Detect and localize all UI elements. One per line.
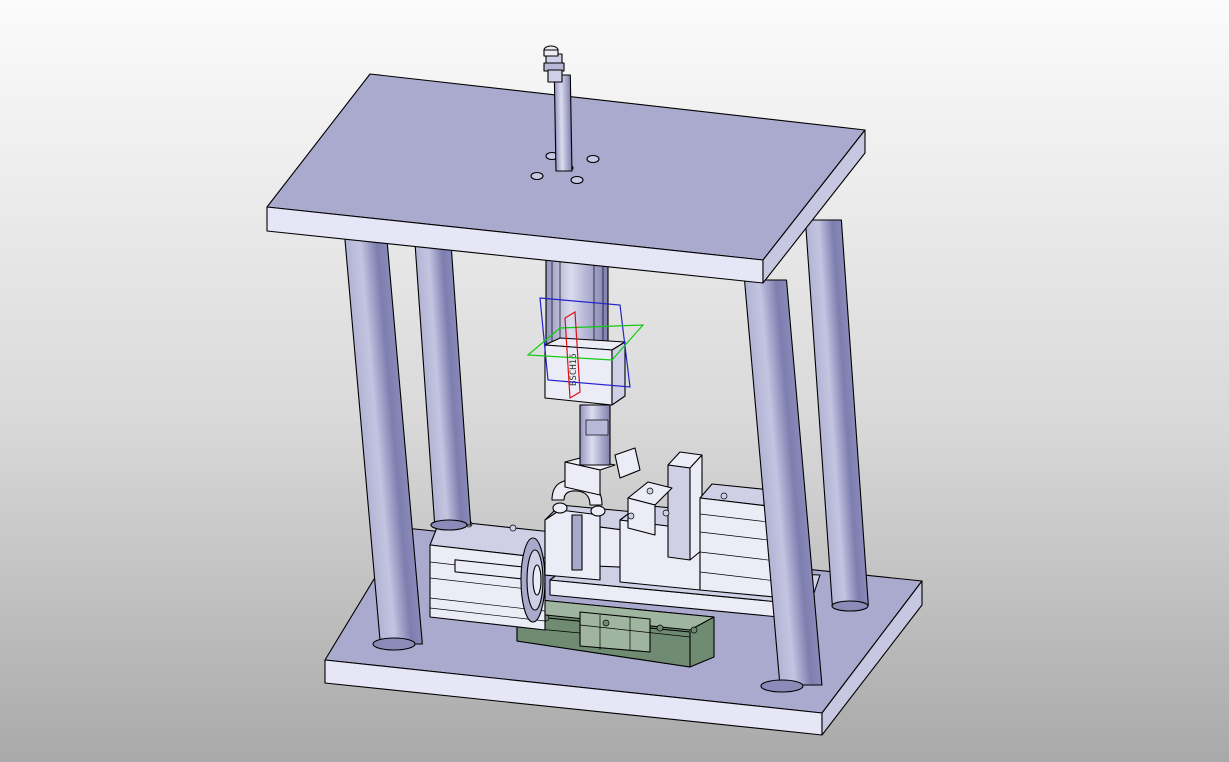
column-front-left [343, 231, 423, 651]
left-pneumatic-cylinder[interactable] [429, 519, 553, 631]
rod-guide-assembly[interactable]: BSCH16 [544, 257, 626, 466]
column-back-right [804, 219, 869, 612]
column-back-left [414, 239, 472, 531]
assembly-model[interactable]: BSCH16 [0, 0, 1229, 762]
cad-3d-viewport[interactable]: BSCH16 [0, 0, 1229, 762]
